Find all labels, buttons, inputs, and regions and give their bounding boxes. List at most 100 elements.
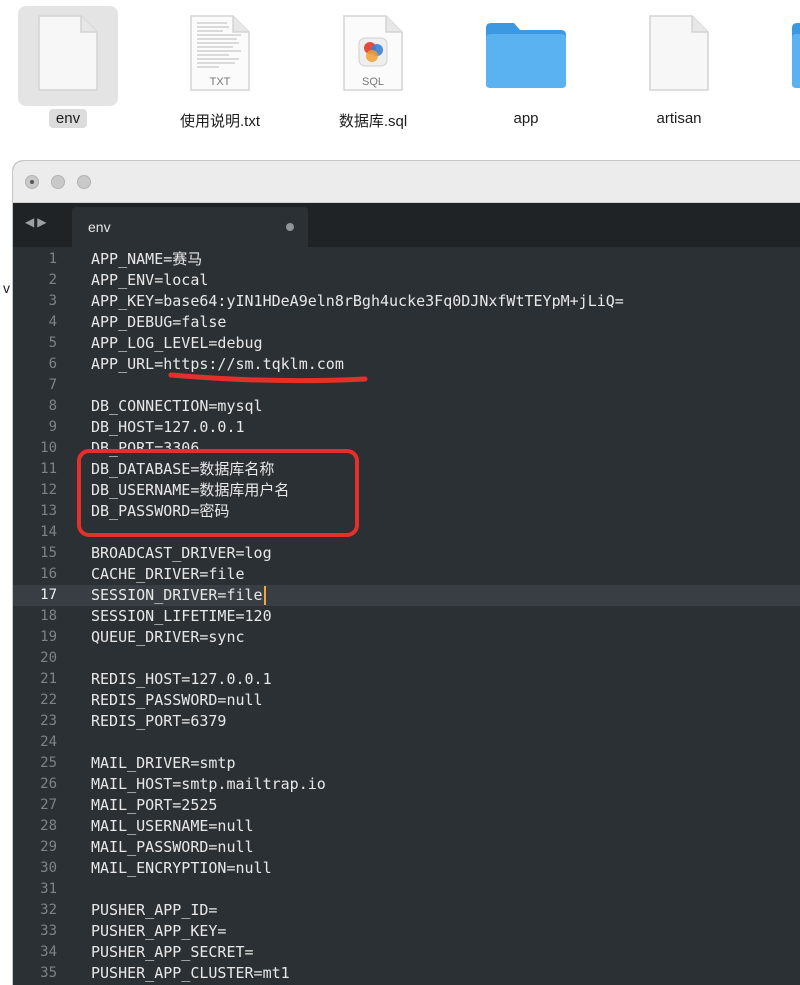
line-text: MAIL_ENCRYPTION=null: [91, 859, 272, 877]
file-env[interactable]: env: [0, 0, 143, 140]
code-line[interactable]: 30 MAIL_ENCRYPTION=null: [13, 858, 800, 879]
code-line[interactable]: 20: [13, 648, 800, 669]
line-number: 22: [40, 692, 57, 708]
line-text: DB_PASSWORD=密码: [91, 502, 230, 520]
line-number: 2: [48, 272, 57, 288]
tab-bar: ◀▶ env: [13, 203, 800, 247]
code-line[interactable]: 24: [13, 732, 800, 753]
line-text: APP_URL=https://sm.tqklm.com: [91, 355, 344, 373]
file-usage-txt[interactable]: TXT 使用说明.txt: [145, 0, 295, 140]
folder-icon: [486, 23, 566, 88]
line-text: DB_DATABASE=数据库名称: [91, 460, 275, 478]
unsaved-dot-icon[interactable]: [286, 223, 294, 231]
line-number: 30: [40, 860, 57, 876]
line-number: 32: [40, 902, 57, 918]
tab-label: env: [88, 219, 111, 235]
code-line[interactable]: 9 DB_HOST=127.0.0.1: [13, 417, 800, 438]
file-label: app: [513, 110, 539, 127]
line-number: 1: [48, 251, 57, 267]
line-number: 20: [40, 650, 57, 666]
line-text: QUEUE_DRIVER=sync: [91, 628, 245, 646]
line-text: APP_ENV=local: [91, 271, 209, 289]
code-line[interactable]: 1 APP_NAME=赛马: [13, 249, 800, 270]
code-line[interactable]: 5 APP_LOG_LEVEL=debug: [13, 333, 800, 354]
line-number: 19: [40, 629, 57, 645]
file-artisan[interactable]: artisan: [604, 0, 754, 140]
line-text: PUSHER_APP_ID=: [91, 901, 218, 919]
code-line[interactable]: 4 APP_DEBUG=false: [13, 312, 800, 333]
window-titlebar[interactable]: [13, 161, 800, 203]
text-cursor: [264, 586, 266, 605]
line-text: SESSION_DRIVER=file: [91, 586, 263, 604]
code-line[interactable]: 12 DB_USERNAME=数据库用户名: [13, 480, 800, 501]
line-text: PUSHER_APP_KEY=: [91, 922, 227, 940]
code-line[interactable]: 26 MAIL_HOST=smtp.mailtrap.io: [13, 774, 800, 795]
line-text: DB_CONNECTION=mysql: [91, 397, 263, 415]
file-label: env: [48, 109, 88, 128]
minimize-window-button[interactable]: [51, 175, 65, 189]
tab-navigation[interactable]: ◀▶: [25, 215, 65, 235]
code-line[interactable]: 34 PUSHER_APP_SECRET=: [13, 942, 800, 963]
code-line[interactable]: 25 MAIL_DRIVER=smtp: [13, 753, 800, 774]
chevron-right-icon[interactable]: ▶: [37, 215, 49, 229]
line-number: 8: [48, 398, 57, 414]
document-icon: [38, 15, 98, 91]
code-line[interactable]: 27 MAIL_PORT=2525: [13, 795, 800, 816]
line-number: 6: [48, 356, 57, 372]
code-line[interactable]: 33 PUSHER_APP_KEY=: [13, 921, 800, 942]
close-window-button[interactable]: [25, 175, 39, 189]
code-line[interactable]: 18 SESSION_LIFETIME=120: [13, 606, 800, 627]
document-icon: [649, 15, 709, 91]
code-line[interactable]: 2 APP_ENV=local: [13, 270, 800, 291]
zoom-window-button[interactable]: [77, 175, 91, 189]
tab-env[interactable]: env: [72, 207, 308, 247]
code-line[interactable]: 29 MAIL_PASSWORD=null: [13, 837, 800, 858]
code-line[interactable]: 16 CACHE_DRIVER=file: [13, 564, 800, 585]
line-text: SESSION_LIFETIME=120: [91, 607, 272, 625]
line-number: 29: [40, 839, 57, 855]
code-line[interactable]: 3 APP_KEY=base64:yIN1HDeA9eln8rBgh4ucke3F…: [13, 291, 800, 312]
code-line[interactable]: 6 APP_URL=https://sm.tqklm.com: [13, 354, 800, 375]
code-line[interactable]: 19 QUEUE_DRIVER=sync: [13, 627, 800, 648]
line-text: MAIL_HOST=smtp.mailtrap.io: [91, 775, 326, 793]
code-line[interactable]: 28 MAIL_USERNAME=null: [13, 816, 800, 837]
folder-app[interactable]: app: [451, 0, 601, 140]
code-line[interactable]: 8 DB_CONNECTION=mysql: [13, 396, 800, 417]
code-line[interactable]: 14: [13, 522, 800, 543]
line-number: 31: [40, 881, 57, 897]
chevron-left-icon[interactable]: ◀: [25, 215, 37, 229]
line-number: 5: [48, 335, 57, 351]
line-text: APP_NAME=赛马: [91, 250, 203, 268]
line-text: REDIS_PASSWORD=null: [91, 691, 263, 709]
code-line[interactable]: 13 DB_PASSWORD=密码: [13, 501, 800, 522]
code-line[interactable]: 7: [13, 375, 800, 396]
editor-window: ◀▶ env 1 APP_NAME=赛马 2 APP_ENV=local 3 APP_KE…: [13, 161, 800, 985]
file-database-sql[interactable]: SQL 数据库.sql: [298, 0, 448, 140]
line-number: 12: [40, 482, 57, 498]
code-line[interactable]: 31: [13, 879, 800, 900]
code-line[interactable]: 35 PUSHER_APP_CLUSTER=mt1: [13, 963, 800, 984]
line-number: 13: [40, 503, 57, 519]
code-line[interactable]: 21 REDIS_HOST=127.0.0.1: [13, 669, 800, 690]
folder-b[interactable]: b: [757, 0, 800, 140]
code-line[interactable]: 23 REDIS_PORT=6379: [13, 711, 800, 732]
line-number: 4: [48, 314, 57, 330]
code-line[interactable]: 22 REDIS_PASSWORD=null: [13, 690, 800, 711]
line-text: APP_KEY=base64:yIN1HDeA9eln8rBgh4ucke3Fq…: [91, 292, 624, 310]
line-number: 27: [40, 797, 57, 813]
folder-icon: [792, 23, 800, 88]
sql-badge: SQL: [361, 76, 384, 88]
code-editor[interactable]: 1 APP_NAME=赛马 2 APP_ENV=local 3 APP_KEY=base6…: [13, 247, 800, 985]
line-text: REDIS_PORT=6379: [91, 712, 227, 730]
code-line[interactable]: 32 PUSHER_APP_ID=: [13, 900, 800, 921]
code-line[interactable]: 17 SESSION_DRIVER=file: [13, 585, 800, 606]
line-number: 34: [40, 944, 57, 960]
line-number: 24: [40, 734, 57, 750]
line-text: MAIL_PORT=2525: [91, 796, 218, 814]
code-line[interactable]: 15 BROADCAST_DRIVER=log: [13, 543, 800, 564]
line-text: REDIS_HOST=127.0.0.1: [91, 670, 272, 688]
line-number: 28: [40, 818, 57, 834]
code-line[interactable]: 11 DB_DATABASE=数据库名称: [13, 459, 800, 480]
code-line[interactable]: 10 DB_PORT=3306: [13, 438, 800, 459]
line-number: 9: [48, 419, 57, 435]
